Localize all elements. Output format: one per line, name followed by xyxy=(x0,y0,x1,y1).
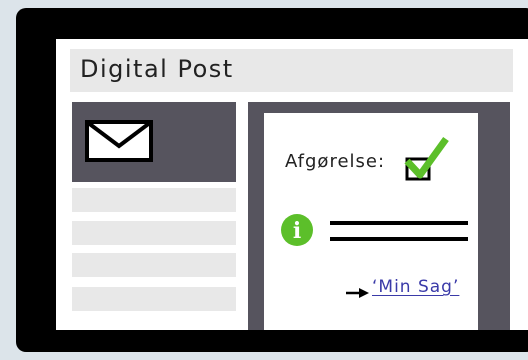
sidebar-item[interactable] xyxy=(72,253,236,277)
decision-label: Afgørelse: xyxy=(285,151,386,172)
svg-text:i: i xyxy=(293,218,301,244)
text-line xyxy=(330,237,468,241)
sidebar-item[interactable] xyxy=(72,287,236,311)
envelope-icon xyxy=(85,120,153,162)
arrow-right-icon xyxy=(346,288,369,298)
title-bar: Digital Post xyxy=(70,49,513,92)
sidebar-item[interactable] xyxy=(72,221,236,245)
text-line xyxy=(330,221,468,225)
info-icon: i xyxy=(281,214,313,246)
message-card: Afgørelse: i ‘Min Sag’ xyxy=(264,113,478,330)
sidebar-item[interactable] xyxy=(72,188,236,212)
min-sag-link[interactable]: ‘Min Sag’ xyxy=(372,277,459,297)
tablet-frame: Digital Post Afgørelse: i ‘Min Sag’ xyxy=(16,8,528,352)
message-panel: Afgørelse: i ‘Min Sag’ xyxy=(248,102,510,330)
checkbox-checked-icon[interactable] xyxy=(404,135,450,183)
page-title: Digital Post xyxy=(80,55,234,83)
screen: Digital Post Afgørelse: i ‘Min Sag’ xyxy=(56,39,528,330)
inbox-tile[interactable] xyxy=(72,102,236,182)
